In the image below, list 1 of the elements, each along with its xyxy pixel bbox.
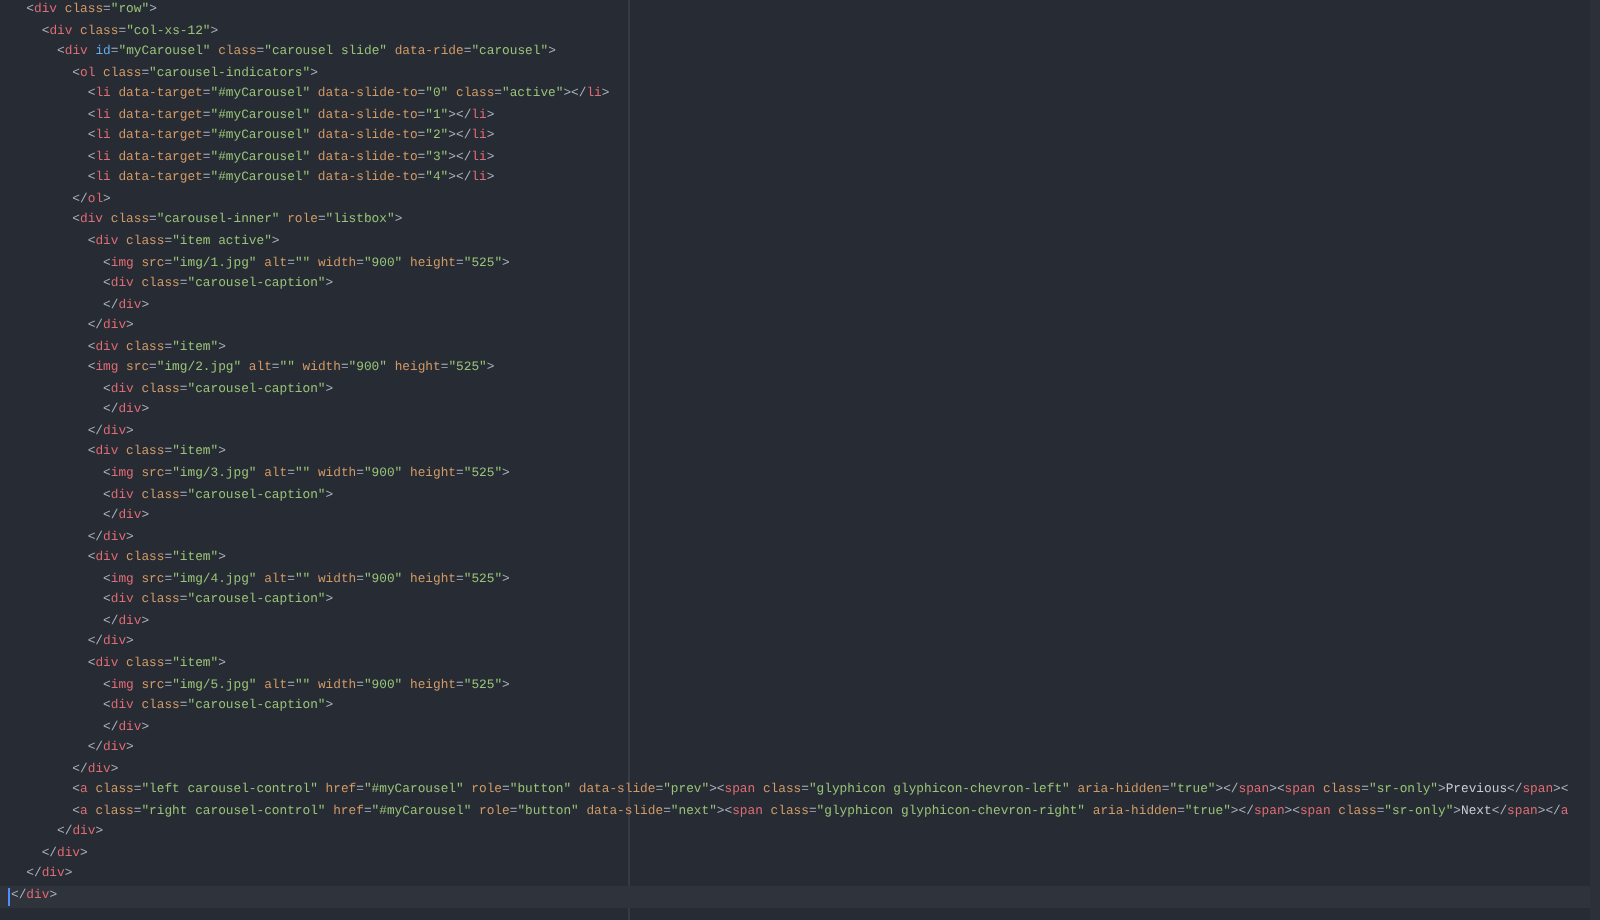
text-cursor: [8, 887, 10, 906]
